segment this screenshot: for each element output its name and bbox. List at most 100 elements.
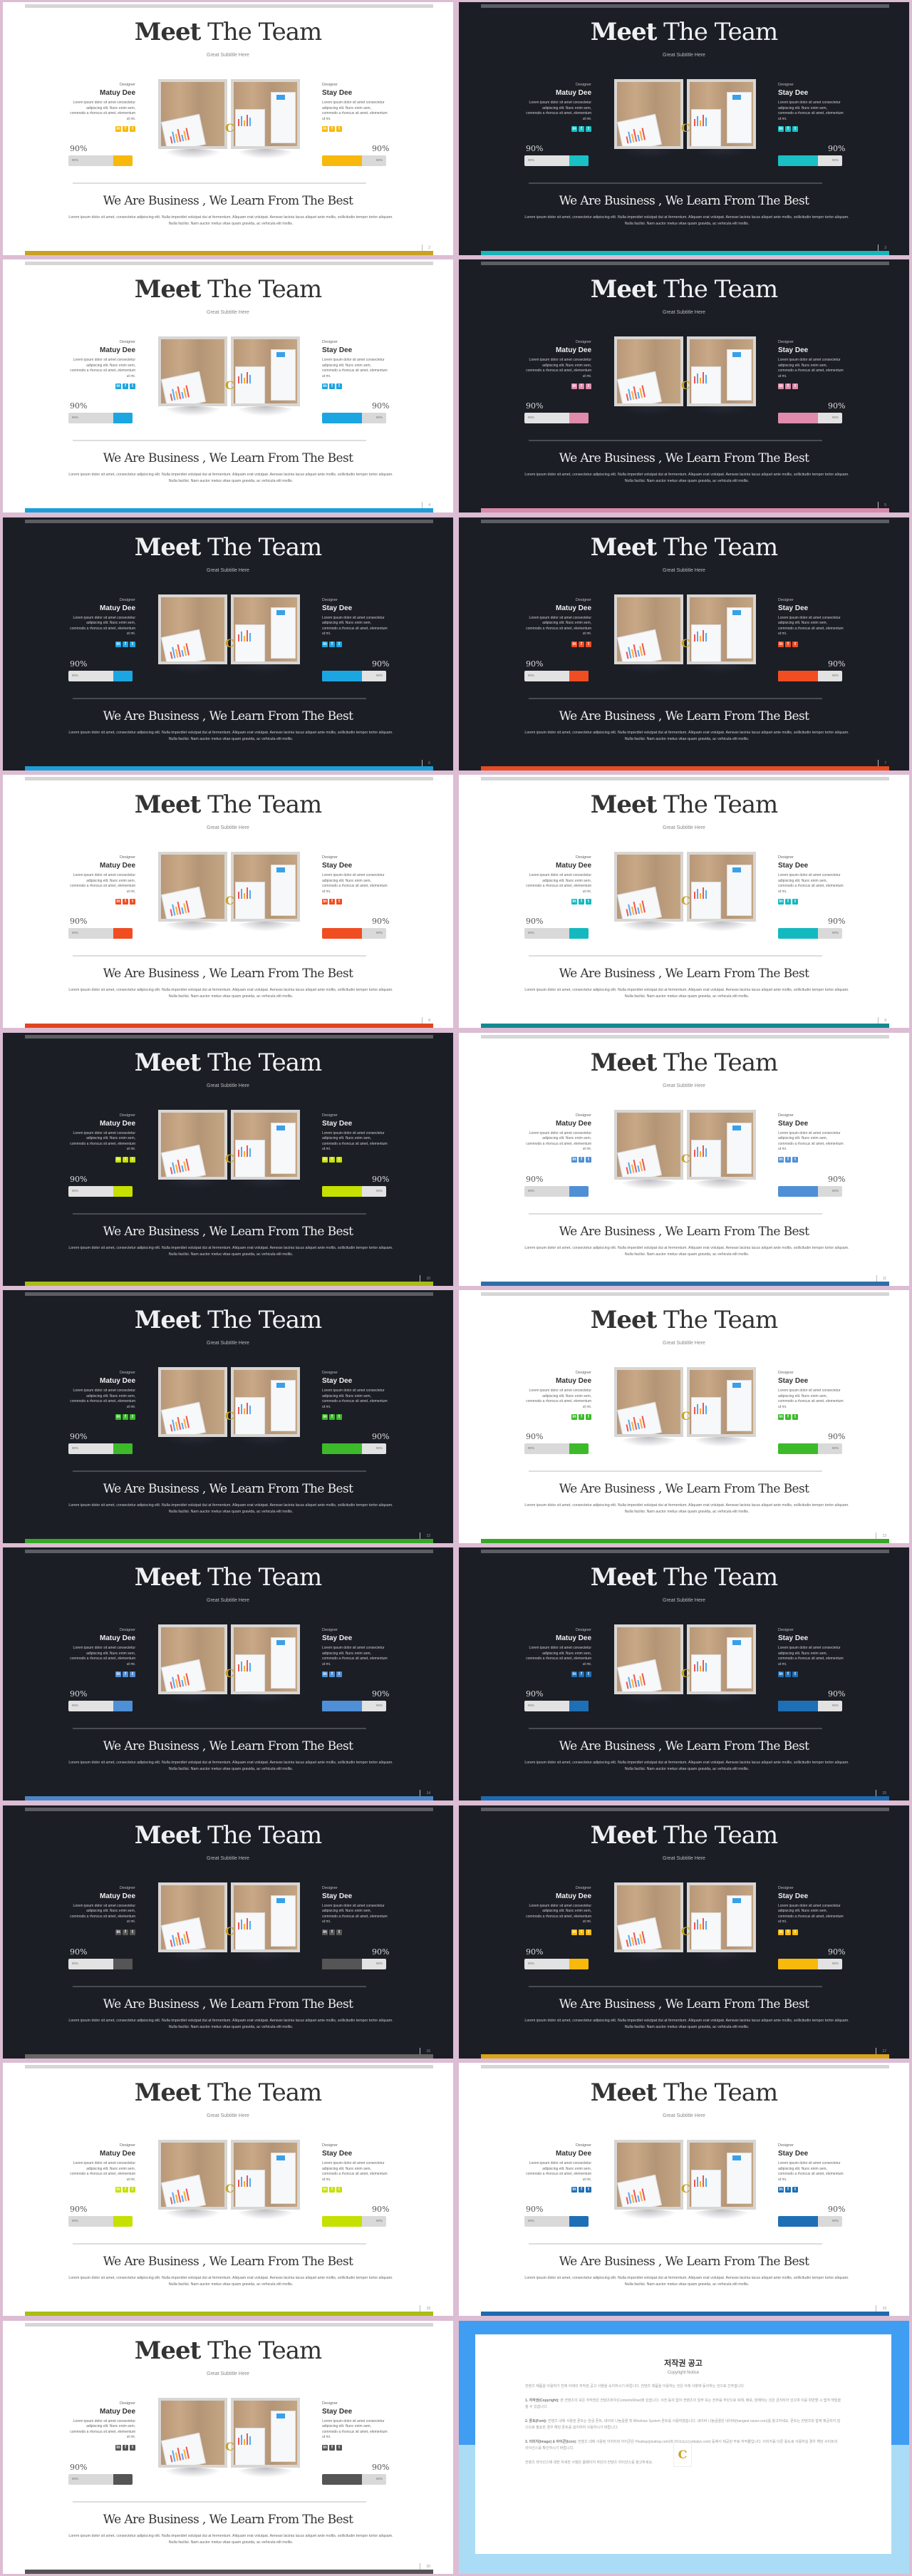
twitter-icon[interactable]: t: [586, 126, 591, 132]
slide-thumbnail[interactable]: Meet The Team Great Subtitle Here C Desi…: [456, 0, 912, 257]
linkedin-icon[interactable]: in: [778, 641, 784, 647]
twitter-icon[interactable]: t: [336, 1929, 342, 1935]
twitter-icon[interactable]: t: [792, 126, 798, 132]
slide-thumbnail[interactable]: Meet The Team Great Subtitle Here C Desi…: [0, 1031, 456, 1288]
twitter-icon[interactable]: t: [586, 383, 591, 390]
slide-thumbnail[interactable]: Meet The Team Great Subtitle Here C Desi…: [456, 1545, 912, 1803]
linkedin-icon[interactable]: in: [571, 641, 577, 647]
linkedin-icon[interactable]: in: [571, 1929, 577, 1935]
twitter-icon[interactable]: t: [130, 1414, 135, 1420]
twitter-icon[interactable]: t: [336, 2187, 342, 2193]
slide-thumbnail[interactable]: Meet The Team Great Subtitle Here C Desi…: [456, 257, 912, 515]
linkedin-icon[interactable]: in: [322, 1156, 328, 1163]
linkedin-icon[interactable]: in: [322, 641, 328, 647]
slide-thumbnail[interactable]: Meet The Team Great Subtitle Here C Desi…: [456, 773, 912, 1030]
linkedin-icon[interactable]: in: [571, 1156, 577, 1163]
twitter-icon[interactable]: t: [130, 641, 135, 647]
slide-thumbnail[interactable]: Meet The Team Great Subtitle Here C Desi…: [456, 1031, 912, 1288]
facebook-icon[interactable]: f: [123, 126, 128, 132]
slide-thumbnail[interactable]: Meet The Team Great Subtitle Here C Desi…: [456, 2061, 912, 2318]
facebook-icon[interactable]: f: [123, 2444, 128, 2451]
facebook-icon[interactable]: f: [329, 1929, 335, 1935]
facebook-icon[interactable]: f: [785, 383, 791, 390]
linkedin-icon[interactable]: in: [115, 899, 121, 905]
slide-thumbnail[interactable]: Meet The Team Great Subtitle Here C Desi…: [456, 515, 912, 773]
linkedin-icon[interactable]: in: [115, 1156, 121, 1163]
linkedin-icon[interactable]: in: [322, 383, 328, 390]
linkedin-icon[interactable]: in: [322, 2444, 328, 2451]
linkedin-icon[interactable]: in: [115, 383, 121, 390]
linkedin-icon[interactable]: in: [115, 126, 121, 132]
twitter-icon[interactable]: t: [792, 1671, 798, 1678]
linkedin-icon[interactable]: in: [778, 1671, 784, 1678]
facebook-icon[interactable]: f: [329, 899, 335, 905]
facebook-icon[interactable]: f: [785, 899, 791, 905]
slide-thumbnail[interactable]: Meet The Team Great Subtitle Here C Desi…: [0, 257, 456, 515]
twitter-icon[interactable]: t: [586, 1414, 591, 1420]
facebook-icon[interactable]: f: [579, 2187, 584, 2193]
slide-thumbnail[interactable]: Meet The Team Great Subtitle Here C Desi…: [456, 1288, 912, 1545]
linkedin-icon[interactable]: in: [571, 2187, 577, 2193]
facebook-icon[interactable]: f: [123, 1671, 128, 1678]
facebook-icon[interactable]: f: [579, 1671, 584, 1678]
facebook-icon[interactable]: f: [123, 1929, 128, 1935]
facebook-icon[interactable]: f: [785, 1414, 791, 1420]
facebook-icon[interactable]: f: [329, 2187, 335, 2193]
linkedin-icon[interactable]: in: [778, 1929, 784, 1935]
slide-thumbnail[interactable]: Meet The Team Great Subtitle Here C Desi…: [0, 773, 456, 1030]
facebook-icon[interactable]: f: [579, 1414, 584, 1420]
linkedin-icon[interactable]: in: [115, 641, 121, 647]
facebook-icon[interactable]: f: [579, 1929, 584, 1935]
linkedin-icon[interactable]: in: [571, 383, 577, 390]
linkedin-icon[interactable]: in: [115, 1929, 121, 1935]
facebook-icon[interactable]: f: [329, 2444, 335, 2451]
facebook-icon[interactable]: f: [329, 1414, 335, 1420]
facebook-icon[interactable]: f: [123, 2187, 128, 2193]
twitter-icon[interactable]: t: [336, 899, 342, 905]
twitter-icon[interactable]: t: [130, 2444, 135, 2451]
facebook-icon[interactable]: f: [123, 1156, 128, 1163]
facebook-icon[interactable]: f: [329, 641, 335, 647]
linkedin-icon[interactable]: in: [322, 1929, 328, 1935]
facebook-icon[interactable]: f: [579, 1156, 584, 1163]
twitter-icon[interactable]: t: [586, 2187, 591, 2193]
linkedin-icon[interactable]: in: [322, 1414, 328, 1420]
facebook-icon[interactable]: f: [785, 2187, 791, 2193]
slide-thumbnail[interactable]: Meet The Team Great Subtitle Here C Desi…: [456, 1803, 912, 2061]
twitter-icon[interactable]: t: [586, 1156, 591, 1163]
linkedin-icon[interactable]: in: [322, 1671, 328, 1678]
linkedin-icon[interactable]: in: [115, 1414, 121, 1420]
twitter-icon[interactable]: t: [130, 1929, 135, 1935]
linkedin-icon[interactable]: in: [322, 126, 328, 132]
twitter-icon[interactable]: t: [336, 1156, 342, 1163]
facebook-icon[interactable]: f: [785, 126, 791, 132]
twitter-icon[interactable]: t: [792, 1929, 798, 1935]
linkedin-icon[interactable]: in: [115, 2187, 121, 2193]
linkedin-icon[interactable]: in: [778, 383, 784, 390]
facebook-icon[interactable]: f: [579, 899, 584, 905]
linkedin-icon[interactable]: in: [571, 899, 577, 905]
twitter-icon[interactable]: t: [586, 899, 591, 905]
linkedin-icon[interactable]: in: [778, 2187, 784, 2193]
slide-thumbnail[interactable]: Meet The Team Great Subtitle Here C Desi…: [0, 2319, 456, 2576]
facebook-icon[interactable]: f: [123, 641, 128, 647]
linkedin-icon[interactable]: in: [571, 1671, 577, 1678]
facebook-icon[interactable]: f: [579, 383, 584, 390]
linkedin-icon[interactable]: in: [322, 899, 328, 905]
facebook-icon[interactable]: f: [123, 1414, 128, 1420]
twitter-icon[interactable]: t: [130, 1156, 135, 1163]
linkedin-icon[interactable]: in: [115, 2444, 121, 2451]
slide-thumbnail[interactable]: Meet The Team Great Subtitle Here C Desi…: [0, 1803, 456, 2061]
twitter-icon[interactable]: t: [792, 641, 798, 647]
linkedin-icon[interactable]: in: [322, 2187, 328, 2193]
facebook-icon[interactable]: f: [785, 641, 791, 647]
facebook-icon[interactable]: f: [785, 1929, 791, 1935]
facebook-icon[interactable]: f: [123, 899, 128, 905]
twitter-icon[interactable]: t: [336, 126, 342, 132]
linkedin-icon[interactable]: in: [115, 1671, 121, 1678]
twitter-icon[interactable]: t: [586, 641, 591, 647]
linkedin-icon[interactable]: in: [778, 1156, 784, 1163]
twitter-icon[interactable]: t: [130, 2187, 135, 2193]
slide-thumbnail[interactable]: Meet The Team Great Subtitle Here C Desi…: [0, 1545, 456, 1803]
twitter-icon[interactable]: t: [792, 1156, 798, 1163]
